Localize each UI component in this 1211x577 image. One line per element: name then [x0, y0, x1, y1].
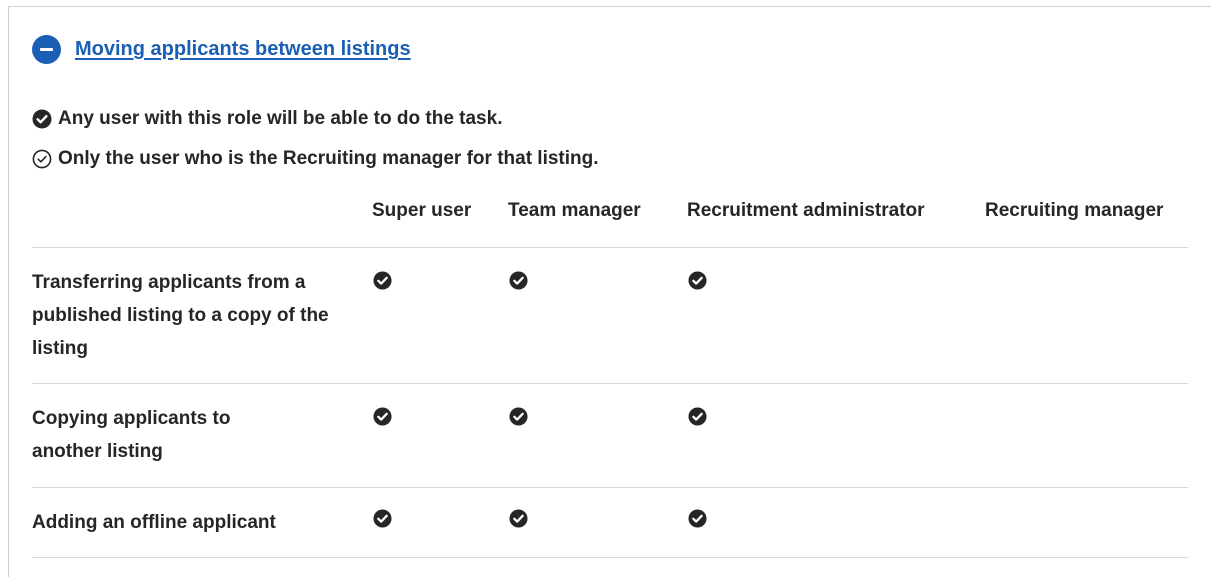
filled-check-circle-icon	[32, 109, 52, 129]
super-user-cell	[372, 487, 508, 558]
legend-full-access-text: Any user with this role will be able to …	[58, 108, 503, 129]
task-label: Copying applicants to another listing	[32, 383, 372, 488]
super-user-cell	[372, 383, 508, 488]
recruitment-administrator-cell	[687, 487, 985, 558]
filled-check-circle-icon	[373, 406, 392, 426]
legend-limited-access-text: Only the user who is the Recruiting mana…	[58, 148, 599, 169]
accordion-toggle[interactable]: Moving applicants between listings	[32, 35, 411, 64]
table-row: Transferring applicants from a published…	[32, 247, 1188, 384]
team-manager-cell	[508, 247, 687, 384]
legend-limited-access: Only the user who is the Recruiting mana…	[32, 148, 599, 170]
filled-check-circle-icon	[509, 406, 528, 426]
column-header-recruitment-administrator: Recruitment administrator	[687, 190, 985, 248]
task-label-text: Adding an offline applicant	[32, 511, 276, 533]
task-label-text: Copying applicants to another listing	[32, 407, 231, 462]
outline-check-circle-icon	[32, 149, 52, 169]
legend-full-access: Any user with this role will be able to …	[32, 108, 502, 130]
team-manager-cell	[508, 487, 687, 558]
task-label: Adding an offline applicant	[32, 487, 372, 558]
team-manager-cell	[508, 383, 687, 488]
task-label-text: Transferring applicants from a published…	[32, 271, 329, 359]
section-title-link[interactable]: Moving applicants between listings	[75, 38, 411, 61]
column-header-recruiting-manager: Recruiting manager	[985, 190, 1188, 248]
recruiting-manager-cell	[985, 487, 1188, 558]
filled-check-circle-icon	[688, 270, 707, 290]
recruitment-administrator-cell	[687, 247, 985, 384]
table-header-row: Super user Team manager Recruitment admi…	[32, 190, 1188, 248]
filled-check-circle-icon	[509, 270, 528, 290]
minus-circle-icon[interactable]	[32, 35, 61, 64]
table-row: Copying applicants to another listing	[32, 383, 1188, 488]
filled-check-circle-icon	[373, 270, 392, 290]
super-user-cell	[372, 247, 508, 384]
column-header-task	[32, 190, 372, 248]
recruiting-manager-cell	[985, 247, 1188, 384]
recruitment-administrator-cell	[687, 383, 985, 488]
task-label: Transferring applicants from a published…	[32, 247, 372, 384]
column-header-super-user: Super user	[372, 190, 508, 248]
filled-check-circle-icon	[688, 508, 707, 528]
table-row: Adding an offline applicant	[32, 487, 1188, 558]
column-header-team-manager: Team manager	[508, 190, 687, 248]
filled-check-circle-icon	[688, 406, 707, 426]
permissions-table: Super user Team manager Recruitment admi…	[32, 190, 1188, 558]
recruiting-manager-cell	[985, 383, 1188, 488]
filled-check-circle-icon	[373, 508, 392, 528]
filled-check-circle-icon	[509, 508, 528, 528]
